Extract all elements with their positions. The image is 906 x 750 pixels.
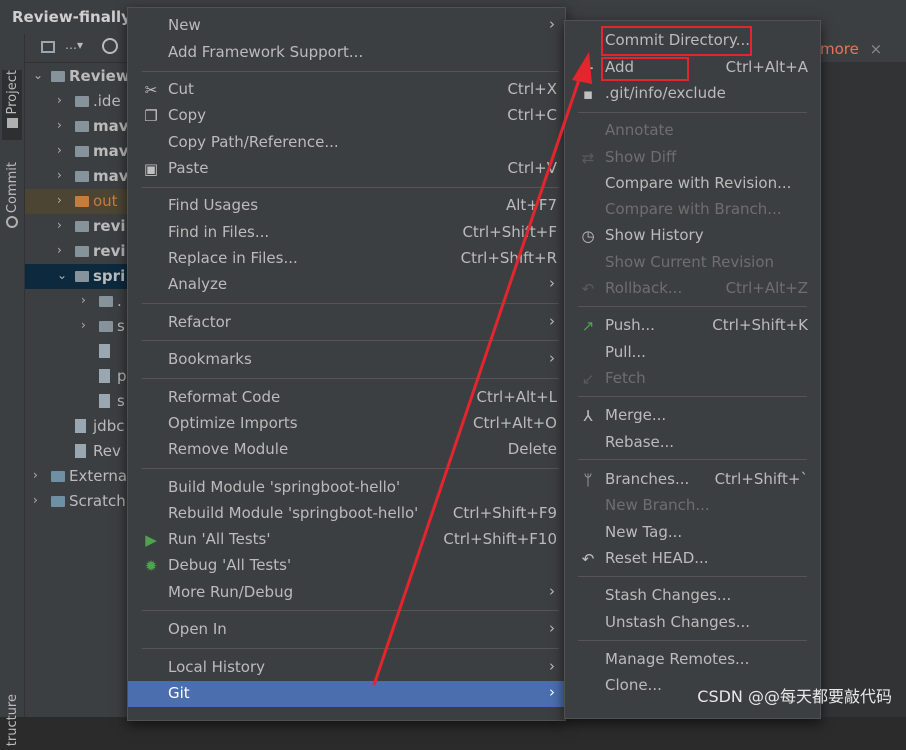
watermark: CSDN @@每天都要敲代码: [697, 687, 892, 706]
annotation-arrow: [372, 52, 592, 686]
